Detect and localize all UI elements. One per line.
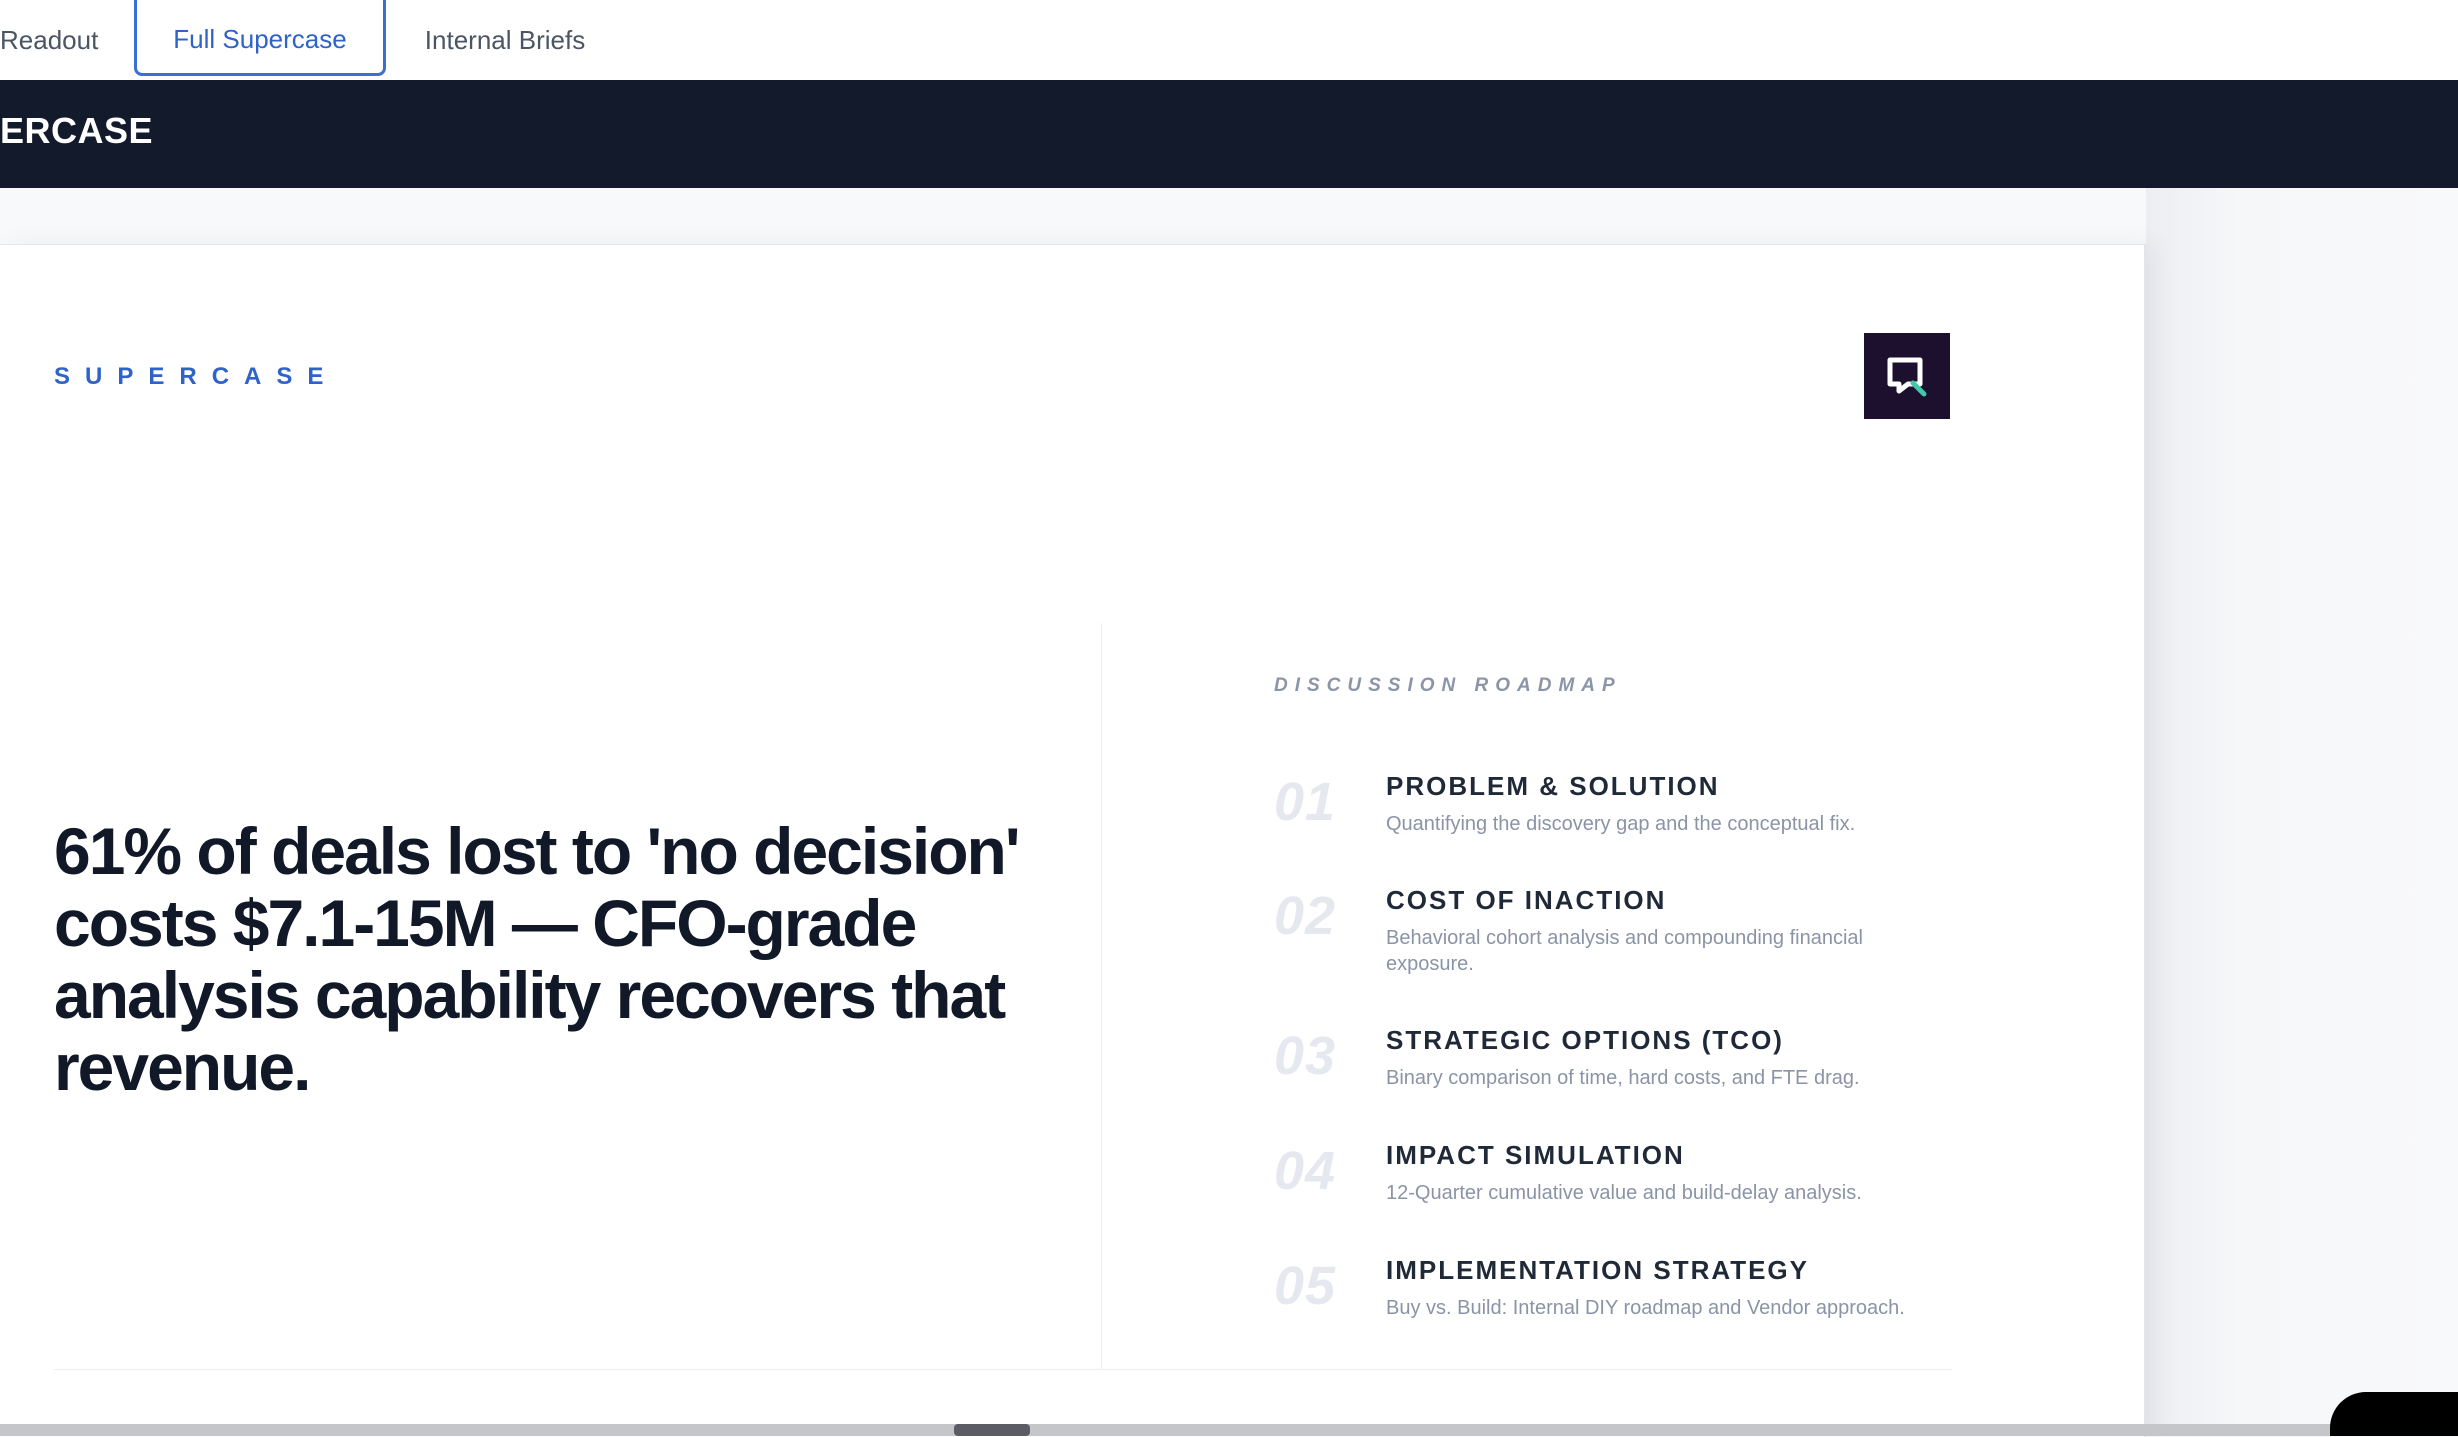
horizontal-scrollbar-thumb[interactable] [954, 1424, 1030, 1436]
roadmap-title: IMPLEMENTATION STRATEGY [1386, 1255, 1809, 1285]
background-gutter [2146, 188, 2458, 1436]
logo-glyph [1887, 357, 1927, 397]
roadmap-number: 04 [1274, 1141, 1337, 1201]
slide-card: SUPERCASE 61% of deals lost to 'no decis… [0, 244, 2146, 1437]
brand-label: SUPERCASE [54, 363, 339, 390]
footer-divider [54, 1369, 1952, 1370]
roadmap-title: COST OF INACTION [1386, 885, 1667, 915]
roadmap-title: IMPACT SIMULATION [1386, 1140, 1685, 1170]
headline: 61% of deals lost to 'no decision' costs… [54, 814, 1021, 1104]
roadmap-description: Binary comparison of time, hard costs, a… [1386, 1067, 1860, 1089]
roadmap-number: 02 [1274, 886, 1337, 946]
roadmap-description: Behavioral cohort analysis and compoundi… [1386, 927, 1863, 975]
roadmap-number: 01 [1274, 772, 1337, 832]
roadmap-description: Buy vs. Build: Internal DIY roadmap and … [1386, 1297, 1905, 1319]
roadmap-description: Quantifying the discovery gap and the co… [1386, 813, 1856, 835]
tab-bar: Readout Full Supercase Internal Briefs [0, 0, 2458, 81]
tab-full-supercase[interactable]: Full Supercase [134, 0, 386, 76]
window-corner [2330, 1392, 2458, 1436]
roadmap-title: PROBLEM & SOLUTION [1386, 771, 1720, 801]
header-band: ERCASE [0, 80, 2458, 188]
header-title: ERCASE [0, 110, 154, 151]
roadmap-number: 03 [1274, 1026, 1337, 1086]
horizontal-scrollbar-track[interactable] [0, 1424, 2340, 1436]
search-chat-logo-icon [1864, 333, 1950, 419]
tab-readout[interactable]: Readout [0, 0, 100, 80]
tab-internal-briefs[interactable]: Internal Briefs [420, 0, 590, 80]
roadmap-description: 12-Quarter cumulative value and build-de… [1386, 1182, 1862, 1204]
column-divider [1101, 623, 1102, 1369]
roadmap-label: DISCUSSION ROADMAP [1274, 675, 1622, 696]
roadmap-title: STRATEGIC OPTIONS (TCO) [1386, 1025, 1784, 1055]
roadmap-number: 05 [1274, 1256, 1337, 1316]
